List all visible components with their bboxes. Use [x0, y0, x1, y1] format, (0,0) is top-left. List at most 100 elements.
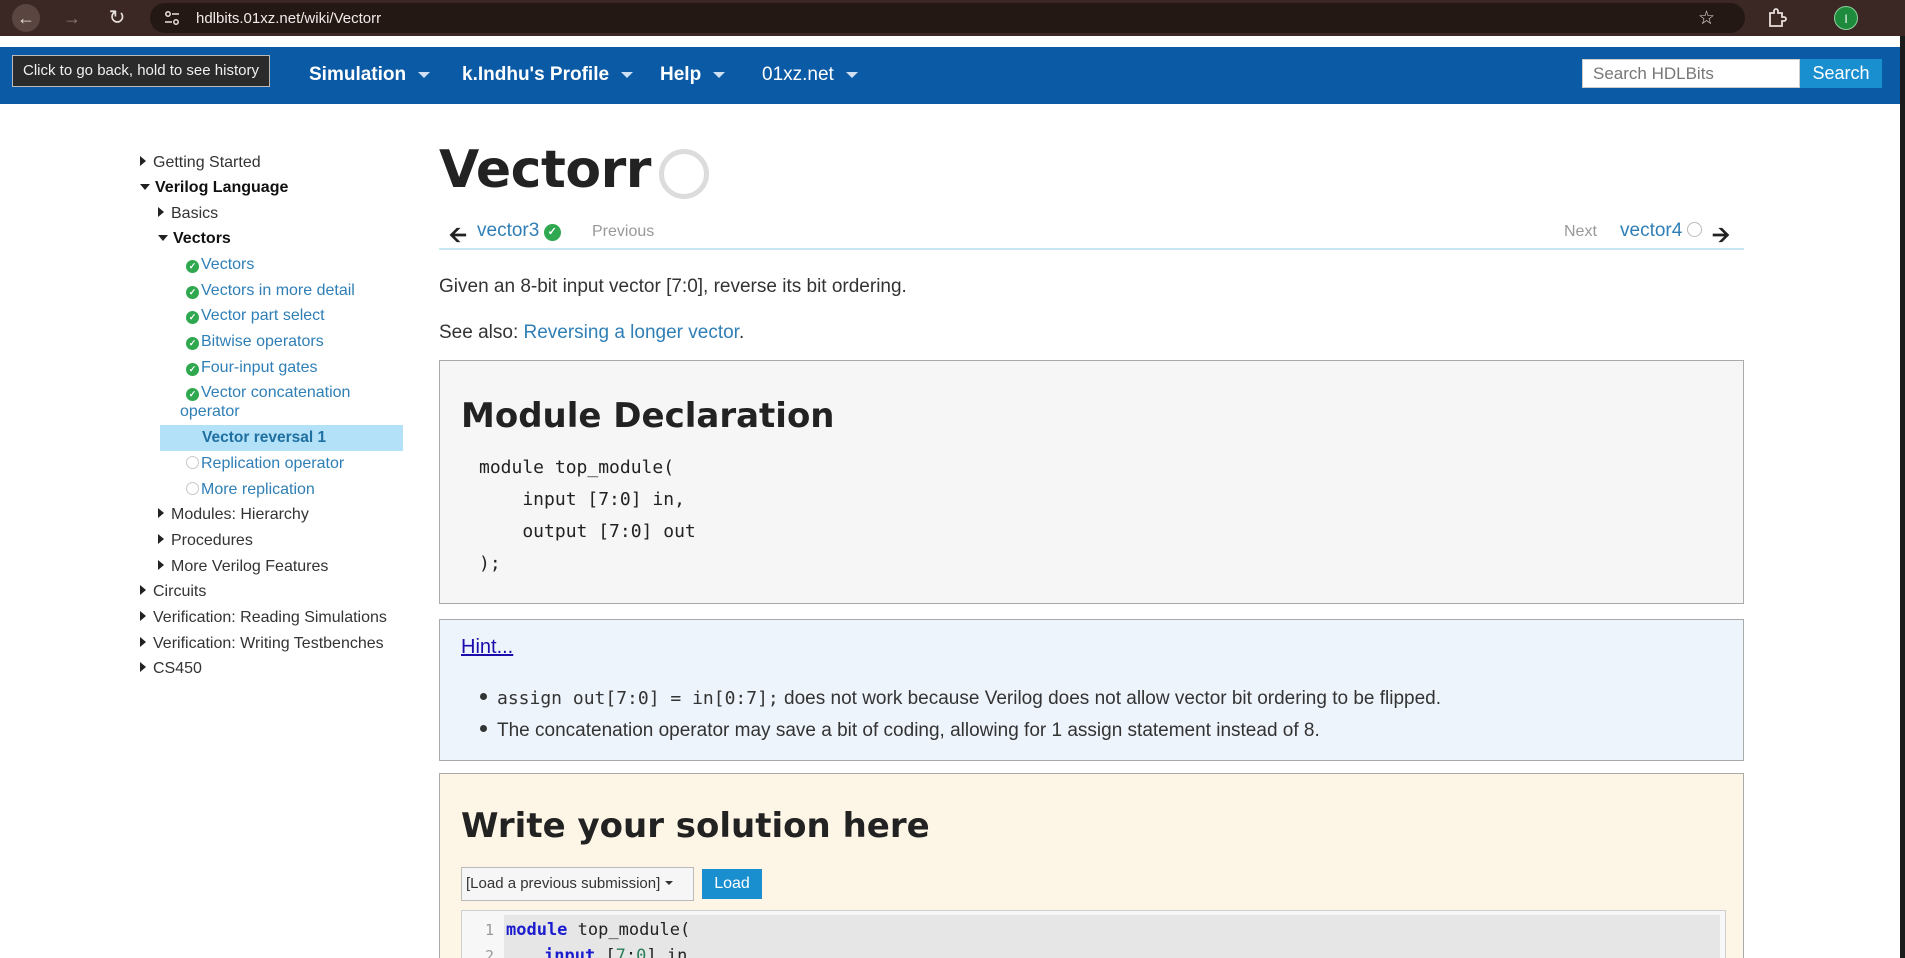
sidebar-label: Verification: Writing Testbenches	[153, 635, 384, 652]
arrow-left-icon[interactable]: 🡨	[449, 218, 467, 256]
sidebar-item-modules-hierarchy[interactable]: Modules: Hierarchy	[158, 506, 309, 524]
hint-text: The concatenation operator may save a bi…	[497, 720, 1320, 741]
address-bar[interactable]: hdlbits.01xz.net/wiki/Vectorr ☆	[150, 3, 1745, 33]
next-problem-link[interactable]: vector4	[1620, 220, 1702, 242]
solution-box: Write your solution here [Load a previou…	[439, 773, 1744, 958]
next-label: Next	[1564, 223, 1597, 240]
sidebar-item-more-verilog-features[interactable]: More Verilog Features	[158, 558, 328, 576]
search-input[interactable]	[1582, 59, 1800, 88]
sidebar-item-verification-writing[interactable]: Verification: Writing Testbenches	[140, 635, 384, 653]
empty-circle-icon	[186, 482, 199, 495]
sidebar-item-vector-concatenation-line2[interactable]: operator	[180, 403, 240, 421]
prev-problem-label: vector3	[477, 220, 540, 241]
module-declaration-box: Module Declaration module top_module( in…	[439, 360, 1744, 604]
sidebar-item-basics[interactable]: Basics	[158, 205, 218, 223]
page-title: Vectorr	[439, 140, 651, 200]
module-declaration-heading: Module Declaration	[461, 396, 835, 436]
line-gutter: 1 2	[462, 911, 502, 958]
code-line: input [7:0] in,	[479, 489, 685, 510]
hint-code: assign out[7:0] = in[0:7];	[497, 688, 779, 709]
sidebar-label: More Verilog Features	[171, 558, 329, 575]
sidebar-item-vectors[interactable]: Vectors	[158, 230, 231, 248]
nav-profile-menu[interactable]: k.Indhu's Profile	[462, 64, 634, 86]
sidebar-label: Four-input gates	[201, 359, 318, 376]
sidebar-item-procedures[interactable]: Procedures	[158, 532, 253, 550]
load-button[interactable]: Load	[702, 869, 762, 899]
solution-heading: Write your solution here	[461, 806, 930, 846]
keyword: input	[544, 946, 596, 958]
code-text: ] in,	[646, 946, 698, 958]
sidebar-item-verilog-language[interactable]: Verilog Language	[140, 179, 288, 197]
sidebar-item-cs450[interactable]: CS450	[140, 660, 202, 678]
see-also-link[interactable]: Reversing a longer vector	[524, 322, 739, 343]
sidebar-item-bitwise-operators[interactable]: ✓ Bitwise operators	[186, 333, 324, 351]
nav-profile-label: k.Indhu's Profile	[462, 64, 610, 85]
sidebar-item-getting-started[interactable]: Getting Started	[140, 154, 261, 172]
caret-down-icon	[713, 71, 726, 78]
editor-text-area[interactable]: module top_module( input [7:0] in,	[504, 915, 1720, 958]
number-literal: 7	[615, 946, 626, 958]
reload-icon[interactable]: ↻	[103, 4, 131, 32]
sidebar-item-vector-reversal-active[interactable]: Vector reversal 1	[160, 425, 403, 451]
nav-01xz-menu[interactable]: 01xz.net	[762, 64, 858, 86]
back-tooltip: Click to go back, hold to see history	[12, 55, 270, 87]
see-also: See also: Reversing a longer vector.	[439, 322, 744, 344]
sidebar-label: operator	[180, 403, 240, 420]
code-line: output [7:0] out	[479, 521, 696, 542]
nav-help-menu[interactable]: Help	[660, 64, 726, 86]
sidebar-item-replication-operator[interactable]: Replication operator	[186, 455, 344, 473]
triangle-right-icon	[158, 534, 164, 544]
sidebar-item-vector-concatenation[interactable]: ✓ Vector concatenation	[186, 384, 350, 402]
triangle-down-icon	[140, 184, 150, 190]
sidebar-label: Modules: Hierarchy	[171, 506, 309, 523]
hint-item: The concatenation operator may save a bi…	[480, 720, 1320, 742]
search-button[interactable]: Search	[1800, 59, 1882, 88]
triangle-right-icon	[140, 662, 146, 672]
arrow-right-icon[interactable]: 🡪	[1712, 218, 1730, 256]
hint-text: does not work because Verilog does not a…	[778, 688, 1442, 709]
caret-down-icon	[665, 881, 674, 885]
forward-arrow-icon[interactable]: →	[58, 4, 86, 32]
back-arrow-icon[interactable]: ←	[12, 4, 40, 32]
bookmark-star-icon[interactable]: ☆	[1698, 7, 1715, 30]
hint-box: Hint... assign out[7:0] = in[0:7]; does …	[439, 619, 1744, 761]
nav-simulation-menu[interactable]: Simulation	[309, 64, 431, 86]
sidebar-item-vectors-more-detail[interactable]: ✓ Vectors in more detail	[186, 282, 355, 300]
sidebar-item-vectors-problem[interactable]: ✓ Vectors	[186, 256, 254, 274]
sidebar-label: Vector concatenation	[201, 384, 351, 401]
sidebar-label: Vectors	[173, 230, 231, 247]
prev-problem-link[interactable]: vector3 ✓	[477, 220, 561, 242]
sidebar-item-vector-part-select[interactable]: ✓ Vector part select	[186, 307, 325, 325]
code-line: );	[479, 553, 501, 574]
sidebar-label: Verification: Reading Simulations	[153, 609, 387, 626]
sidebar-item-more-replication[interactable]: More replication	[186, 481, 315, 499]
profile-avatar[interactable]: I	[1834, 6, 1858, 30]
line-number: 2	[484, 947, 494, 958]
sidebar-label: More replication	[201, 481, 315, 498]
sidebar-label: Verilog Language	[155, 179, 289, 196]
sidebar-label: CS450	[153, 660, 202, 677]
sidebar-label: Procedures	[171, 532, 253, 549]
caret-down-icon	[845, 71, 858, 78]
sidebar-label: Vectors	[201, 256, 255, 273]
check-circle-icon: ✓	[186, 388, 199, 401]
extensions-puzzle-icon[interactable]	[1766, 6, 1790, 30]
next-problem-label: vector4	[1620, 220, 1683, 241]
sidebar-item-four-input-gates[interactable]: ✓ Four-input gates	[186, 359, 318, 377]
sidebar-label: Bitwise operators	[201, 333, 324, 350]
hint-item: assign out[7:0] = in[0:7]; does not work…	[480, 688, 1441, 710]
empty-circle-icon	[1686, 222, 1702, 237]
url-text[interactable]: hdlbits.01xz.net/wiki/Vectorr	[196, 10, 381, 27]
code-text: top_module(	[567, 920, 691, 940]
triangle-right-icon	[158, 207, 164, 217]
hint-toggle-link[interactable]: Hint...	[461, 636, 513, 659]
problem-description: Given an 8-bit input vector [7:0], rever…	[439, 276, 907, 297]
sidebar-item-circuits[interactable]: Circuits	[140, 583, 206, 601]
browser-toolbar: ← → ↻ hdlbits.01xz.net/wiki/Vectorr ☆ I	[0, 0, 1905, 36]
code-editor[interactable]: 1 2 module top_module( input [7:0] in,	[461, 910, 1726, 958]
sidebar-item-verification-reading[interactable]: Verification: Reading Simulations	[140, 609, 387, 627]
previous-submission-select[interactable]: [Load a previous submission]	[461, 867, 694, 901]
site-settings-icon[interactable]	[164, 10, 180, 26]
nav-help-label: Help	[660, 64, 702, 85]
sidebar-label: Vector part select	[201, 307, 325, 324]
